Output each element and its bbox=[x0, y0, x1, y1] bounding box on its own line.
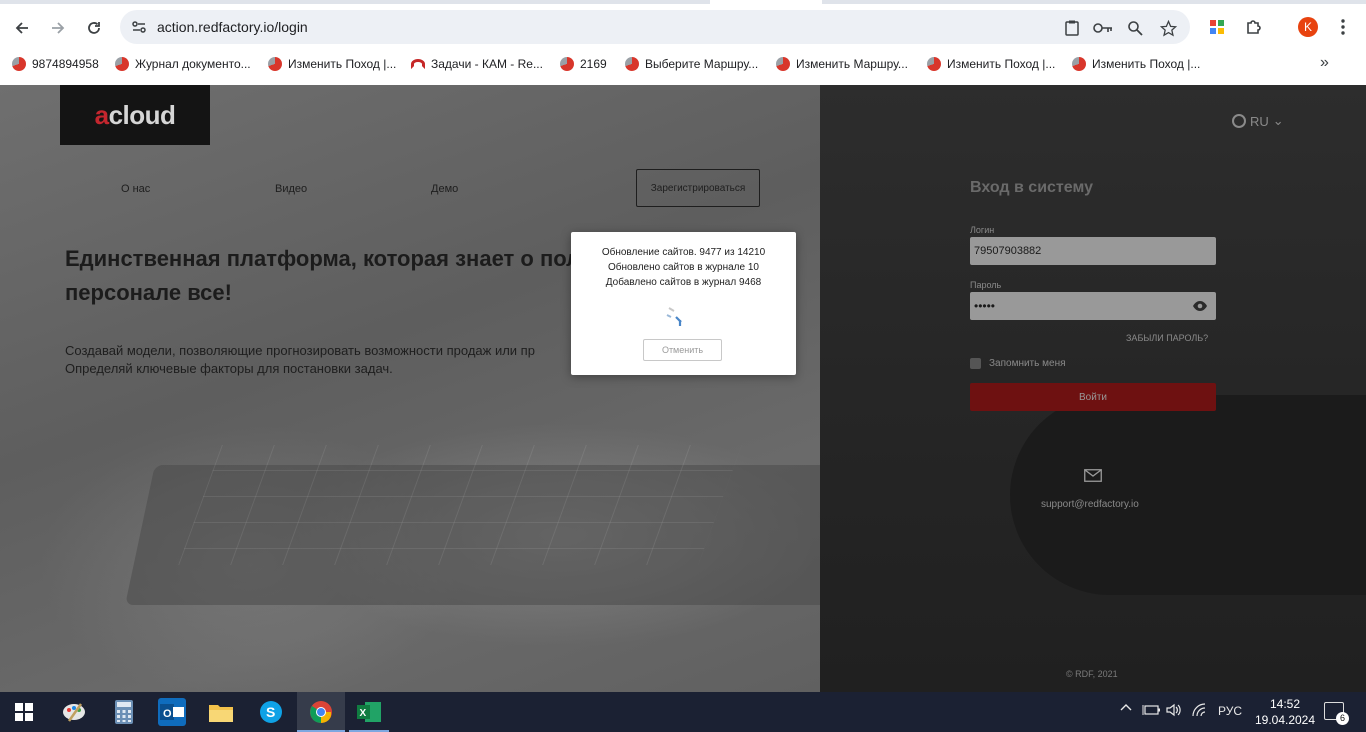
remember-me[interactable]: Запомнить меня bbox=[970, 358, 1066, 369]
page-viewport: acloud О нас Видео Демо Зарегистрировать… bbox=[0, 85, 1366, 692]
tray-chevron-up-icon[interactable] bbox=[1120, 702, 1132, 717]
nav-video[interactable]: Видео bbox=[275, 183, 307, 195]
login-input[interactable]: 79507903882 bbox=[970, 237, 1216, 265]
arrow-left-icon bbox=[15, 22, 28, 34]
input-language[interactable]: РУС bbox=[1218, 704, 1242, 718]
bookmark-favicon-icon bbox=[1072, 57, 1086, 71]
login-label: Логин bbox=[970, 225, 995, 235]
navigation-row: action.redfactory.io/login K bbox=[0, 8, 1366, 48]
bookmark-item[interactable]: Изменить Маршру... bbox=[776, 55, 908, 73]
url-text: action.redfactory.io/login bbox=[157, 19, 308, 35]
bookmark-item[interactable]: Изменить Поход |... bbox=[927, 55, 1055, 73]
system-clock[interactable]: 14:52 19.04.2024 bbox=[1254, 696, 1316, 728]
signin-button[interactable]: Войти bbox=[970, 383, 1216, 411]
calculator-app-icon[interactable] bbox=[110, 698, 138, 726]
bookmarks-overflow-button[interactable]: » bbox=[1320, 54, 1329, 72]
clipboard-icon[interactable] bbox=[1062, 18, 1082, 38]
forward-button[interactable] bbox=[44, 14, 72, 42]
nav-demo[interactable]: Демо bbox=[431, 183, 458, 195]
background-sleeve bbox=[1010, 395, 1366, 595]
bookmark-favicon-icon bbox=[927, 57, 941, 71]
progress-line-2: Обновлено сайтов в журнале 10 bbox=[608, 262, 759, 273]
register-button[interactable]: Зарегистрироваться bbox=[636, 169, 760, 207]
reload-button[interactable] bbox=[80, 14, 108, 42]
bookmarks-bar: 9874894958 Журнал документо... Изменить … bbox=[0, 52, 1366, 76]
windows-taskbar: O S X РУС 14:52 19.04.2024 6 bbox=[0, 692, 1366, 732]
login-title: Вход в систему bbox=[970, 179, 1093, 196]
password-label: Пароль bbox=[970, 280, 1002, 290]
loading-spinner-icon bbox=[666, 307, 682, 326]
support-email[interactable]: support@redfactory.io bbox=[1041, 499, 1139, 510]
progress-line-3: Добавлено сайтов в журнал 9468 bbox=[605, 277, 762, 288]
bookmark-favicon-icon bbox=[12, 57, 26, 71]
nav-about[interactable]: О нас bbox=[121, 183, 150, 195]
bookmark-item[interactable]: Изменить Поход |... bbox=[1072, 55, 1200, 73]
excel-app-icon[interactable]: X bbox=[355, 698, 383, 726]
bookmark-item[interactable]: 2169 bbox=[560, 55, 607, 73]
battery-icon[interactable] bbox=[1142, 704, 1160, 719]
globe-icon bbox=[1232, 114, 1246, 128]
bookmark-favicon-icon bbox=[776, 57, 790, 71]
profile-avatar[interactable]: K bbox=[1298, 17, 1318, 37]
site-info-icon[interactable] bbox=[130, 18, 148, 36]
tab-strip-edge bbox=[822, 0, 1366, 4]
chrome-app-icon[interactable] bbox=[307, 698, 335, 726]
skype-app-icon[interactable]: S bbox=[257, 698, 285, 726]
background-keyboard bbox=[178, 445, 742, 565]
eye-icon[interactable] bbox=[1192, 299, 1208, 313]
progress-text: Обновление сайтов. 9477 из 14210 Обновле… bbox=[571, 245, 796, 290]
key-icon[interactable] bbox=[1093, 18, 1113, 38]
kebab-menu-icon[interactable] bbox=[1332, 16, 1354, 38]
gauge-favicon-icon bbox=[411, 59, 425, 69]
svg-text:O: O bbox=[163, 708, 172, 720]
bookmark-item[interactable]: Выберите Маршру... bbox=[625, 55, 758, 73]
arrow-right-icon bbox=[52, 22, 65, 34]
browser-chrome: action.redfactory.io/login K 9874894958 … bbox=[0, 0, 1366, 85]
remember-checkbox[interactable] bbox=[970, 358, 981, 369]
reload-icon bbox=[88, 22, 100, 34]
svg-text:S: S bbox=[266, 704, 275, 720]
notifications-icon[interactable]: 6 bbox=[1324, 702, 1349, 725]
language-selector[interactable]: RU ⌄ bbox=[1232, 113, 1284, 129]
bookmark-item[interactable]: Задачи - КАМ - Re... bbox=[411, 55, 543, 73]
volume-icon[interactable] bbox=[1166, 703, 1182, 720]
address-bar[interactable]: action.redfactory.io/login bbox=[120, 10, 1190, 44]
password-input[interactable]: ••••• bbox=[970, 292, 1216, 320]
bookmark-favicon-icon bbox=[625, 57, 639, 71]
mail-icon bbox=[1084, 469, 1102, 482]
windows-start-icon[interactable] bbox=[10, 698, 38, 726]
bookmark-item[interactable]: 9874894958 bbox=[12, 55, 99, 73]
svg-text:X: X bbox=[360, 708, 367, 719]
bookmark-star-icon[interactable] bbox=[1158, 18, 1178, 38]
wifi-icon[interactable] bbox=[1192, 703, 1208, 720]
cancel-button[interactable]: Отменить bbox=[643, 339, 722, 361]
back-button[interactable] bbox=[8, 14, 36, 42]
bookmark-item[interactable]: Журнал документо... bbox=[115, 55, 251, 73]
outlook-app-icon[interactable]: O bbox=[158, 698, 186, 726]
bookmark-favicon-icon bbox=[268, 57, 282, 71]
forgot-password-link[interactable]: ЗАБЫЛИ ПАРОЛЬ? bbox=[1126, 333, 1208, 343]
extension-grid-icon[interactable] bbox=[1206, 16, 1228, 38]
bookmark-item[interactable]: Изменить Поход |... bbox=[268, 55, 396, 73]
bookmark-favicon-icon bbox=[115, 57, 129, 71]
acloud-logo[interactable]: acloud bbox=[60, 85, 210, 145]
hero-description: Создавай модели, позволяющие прогнозиров… bbox=[65, 343, 535, 376]
paint-app-icon[interactable] bbox=[60, 698, 88, 726]
chevron-down-icon: ⌄ bbox=[1272, 113, 1284, 128]
copyright: © RDF, 2021 bbox=[1066, 669, 1118, 679]
extensions-puzzle-icon[interactable] bbox=[1243, 16, 1265, 38]
tab-strip-edge bbox=[0, 0, 710, 4]
file-explorer-icon[interactable] bbox=[207, 698, 235, 726]
bookmark-favicon-icon bbox=[560, 57, 574, 71]
progress-line-1: Обновление сайтов. 9477 из 14210 bbox=[601, 247, 766, 258]
zoom-icon[interactable] bbox=[1125, 18, 1145, 38]
